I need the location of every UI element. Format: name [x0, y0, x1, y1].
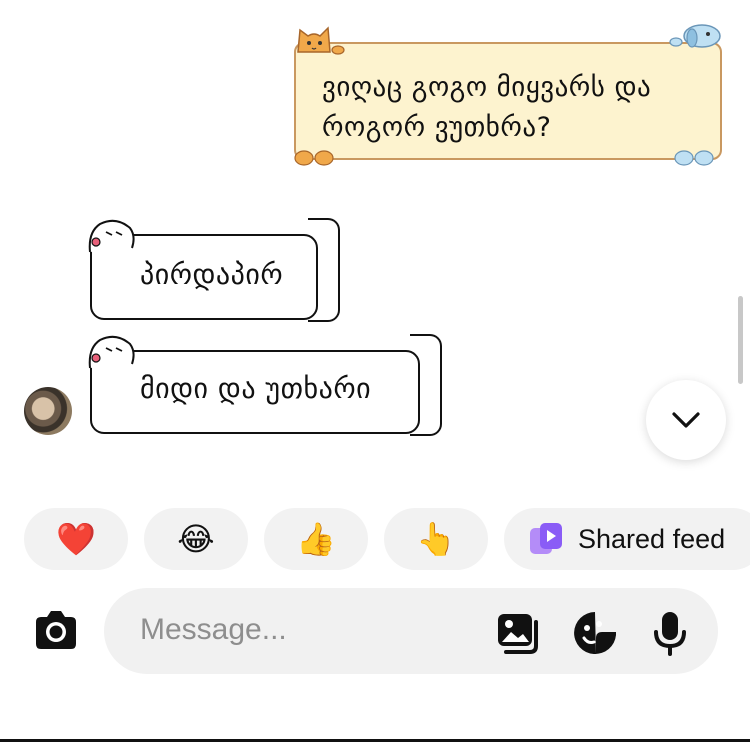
avatar[interactable] [24, 387, 72, 435]
thumbs-up-icon: 👍 [296, 520, 336, 558]
mic-icon[interactable] [650, 610, 690, 656]
sent-message-text: ვიღაც გოგო მიყვარს და როგორ ვუთხრა? [322, 68, 702, 148]
heart-icon: ❤️ [56, 520, 96, 558]
message-input[interactable] [140, 604, 470, 656]
laughing-face-icon: 😂 [177, 520, 215, 558]
shared-feed-label: Shared feed [578, 523, 726, 554]
quick-reaction-heart[interactable]: ❤️ [24, 508, 128, 570]
gallery-icon[interactable] [496, 612, 542, 656]
scrollbar[interactable] [738, 296, 743, 384]
chevron-down-icon [672, 412, 700, 428]
sent-message-line-2: როგორ ვუთხრა? [322, 112, 552, 143]
quick-reaction-thumbs-up[interactable]: 👍 [264, 508, 368, 570]
shared-feed-icon [530, 523, 562, 554]
dog-head-icon [669, 24, 721, 48]
point-up-icon: 👆 [416, 520, 456, 558]
received-message-text: მიდი და უთხარი [140, 372, 372, 405]
dog-face-icon [88, 335, 135, 369]
sent-message-line-1: ვიღაც გოგო მიყვარს და [322, 72, 652, 103]
camera-icon[interactable] [32, 608, 80, 652]
scroll-to-bottom-button[interactable] [646, 380, 726, 460]
dog-paws-icon [674, 150, 714, 166]
sticker-icon[interactable] [572, 610, 618, 656]
dog-face-icon [88, 219, 135, 253]
received-message-text: პირდაპირ [140, 258, 284, 291]
quick-reaction-laughing[interactable]: 😂 [144, 508, 248, 570]
shared-feed-button[interactable]: Shared feed [504, 508, 750, 570]
quick-reaction-point-up[interactable]: 👆 [384, 508, 488, 570]
cat-paws-icon [294, 150, 334, 166]
cat-head-icon [297, 26, 345, 55]
